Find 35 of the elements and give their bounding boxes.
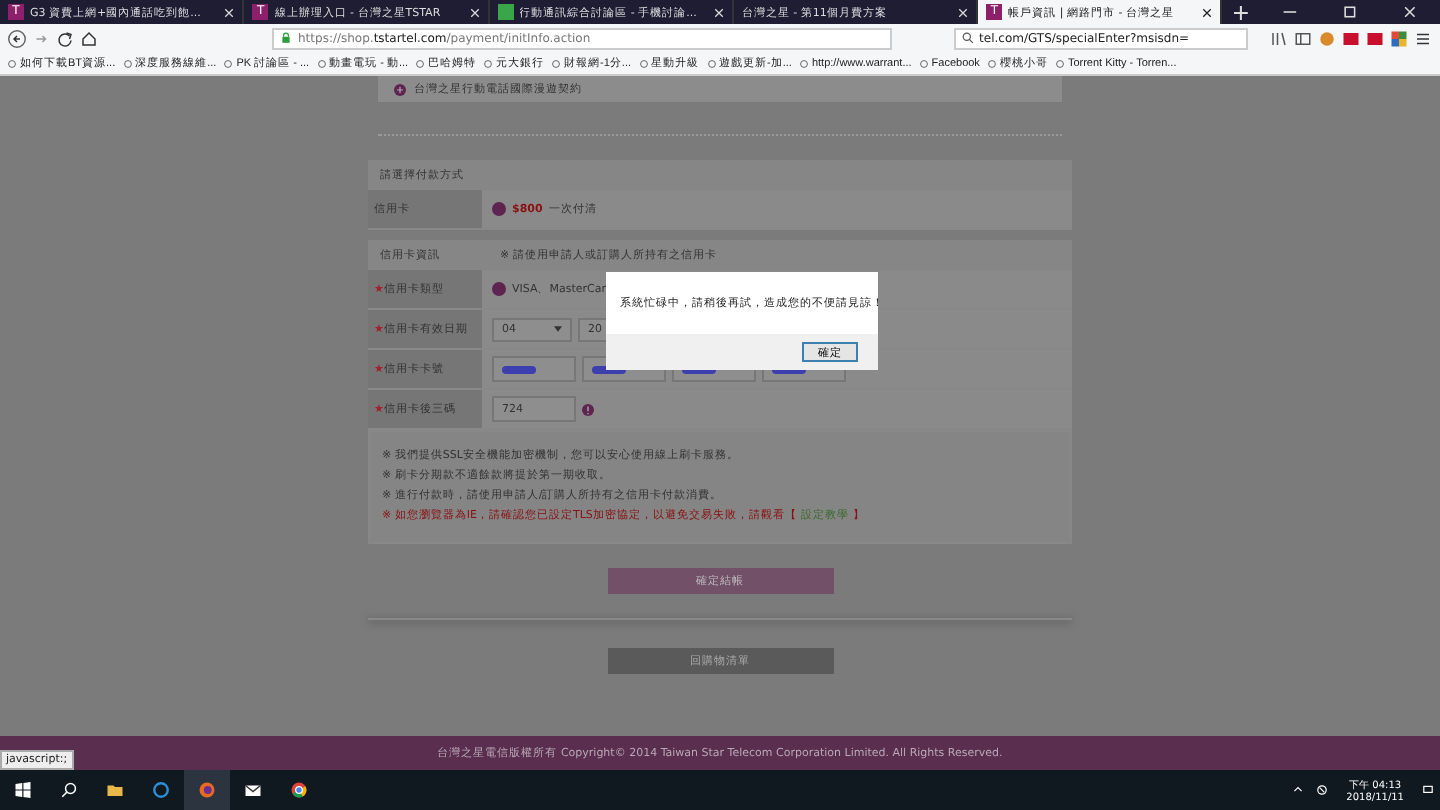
notification-icon[interactable] [1422,784,1434,796]
network-icon[interactable] [1316,784,1329,796]
globe-icon [317,59,326,67]
close-icon[interactable] [1202,7,1213,17]
globe-icon [1055,59,1064,67]
add-icon[interactable] [394,83,406,95]
globe-icon [8,59,16,67]
new-tab-icon[interactable] [1234,5,1249,19]
chevron-up-icon[interactable] [1292,784,1305,796]
globe-icon [123,59,132,67]
caret-icon [554,326,562,332]
library-icon[interactable] [1270,29,1288,47]
back-icon[interactable] [8,29,26,47]
globe-icon [707,59,716,67]
restore-icon[interactable] [1342,4,1359,20]
card-number-field[interactable] [492,356,576,382]
globe-icon [639,59,648,67]
globe-icon [919,59,928,67]
radio-button[interactable] [492,282,506,296]
radio-button[interactable] [492,202,506,216]
lock-icon [280,32,292,44]
globe-icon [552,59,561,67]
menu-icon[interactable] [1414,29,1432,47]
search-icon [961,32,974,44]
globe-icon [799,59,808,67]
sidebar-icon[interactable] [1294,29,1312,47]
globe-icon [484,59,493,67]
globe-icon [416,59,425,67]
info-icon[interactable] [582,403,594,415]
globe-icon [987,59,996,67]
globe-icon [224,59,233,67]
extension-icon[interactable] [1390,29,1408,47]
firefox-icon[interactable] [184,770,230,810]
reload-icon[interactable] [56,29,74,47]
home-icon[interactable] [80,29,98,47]
